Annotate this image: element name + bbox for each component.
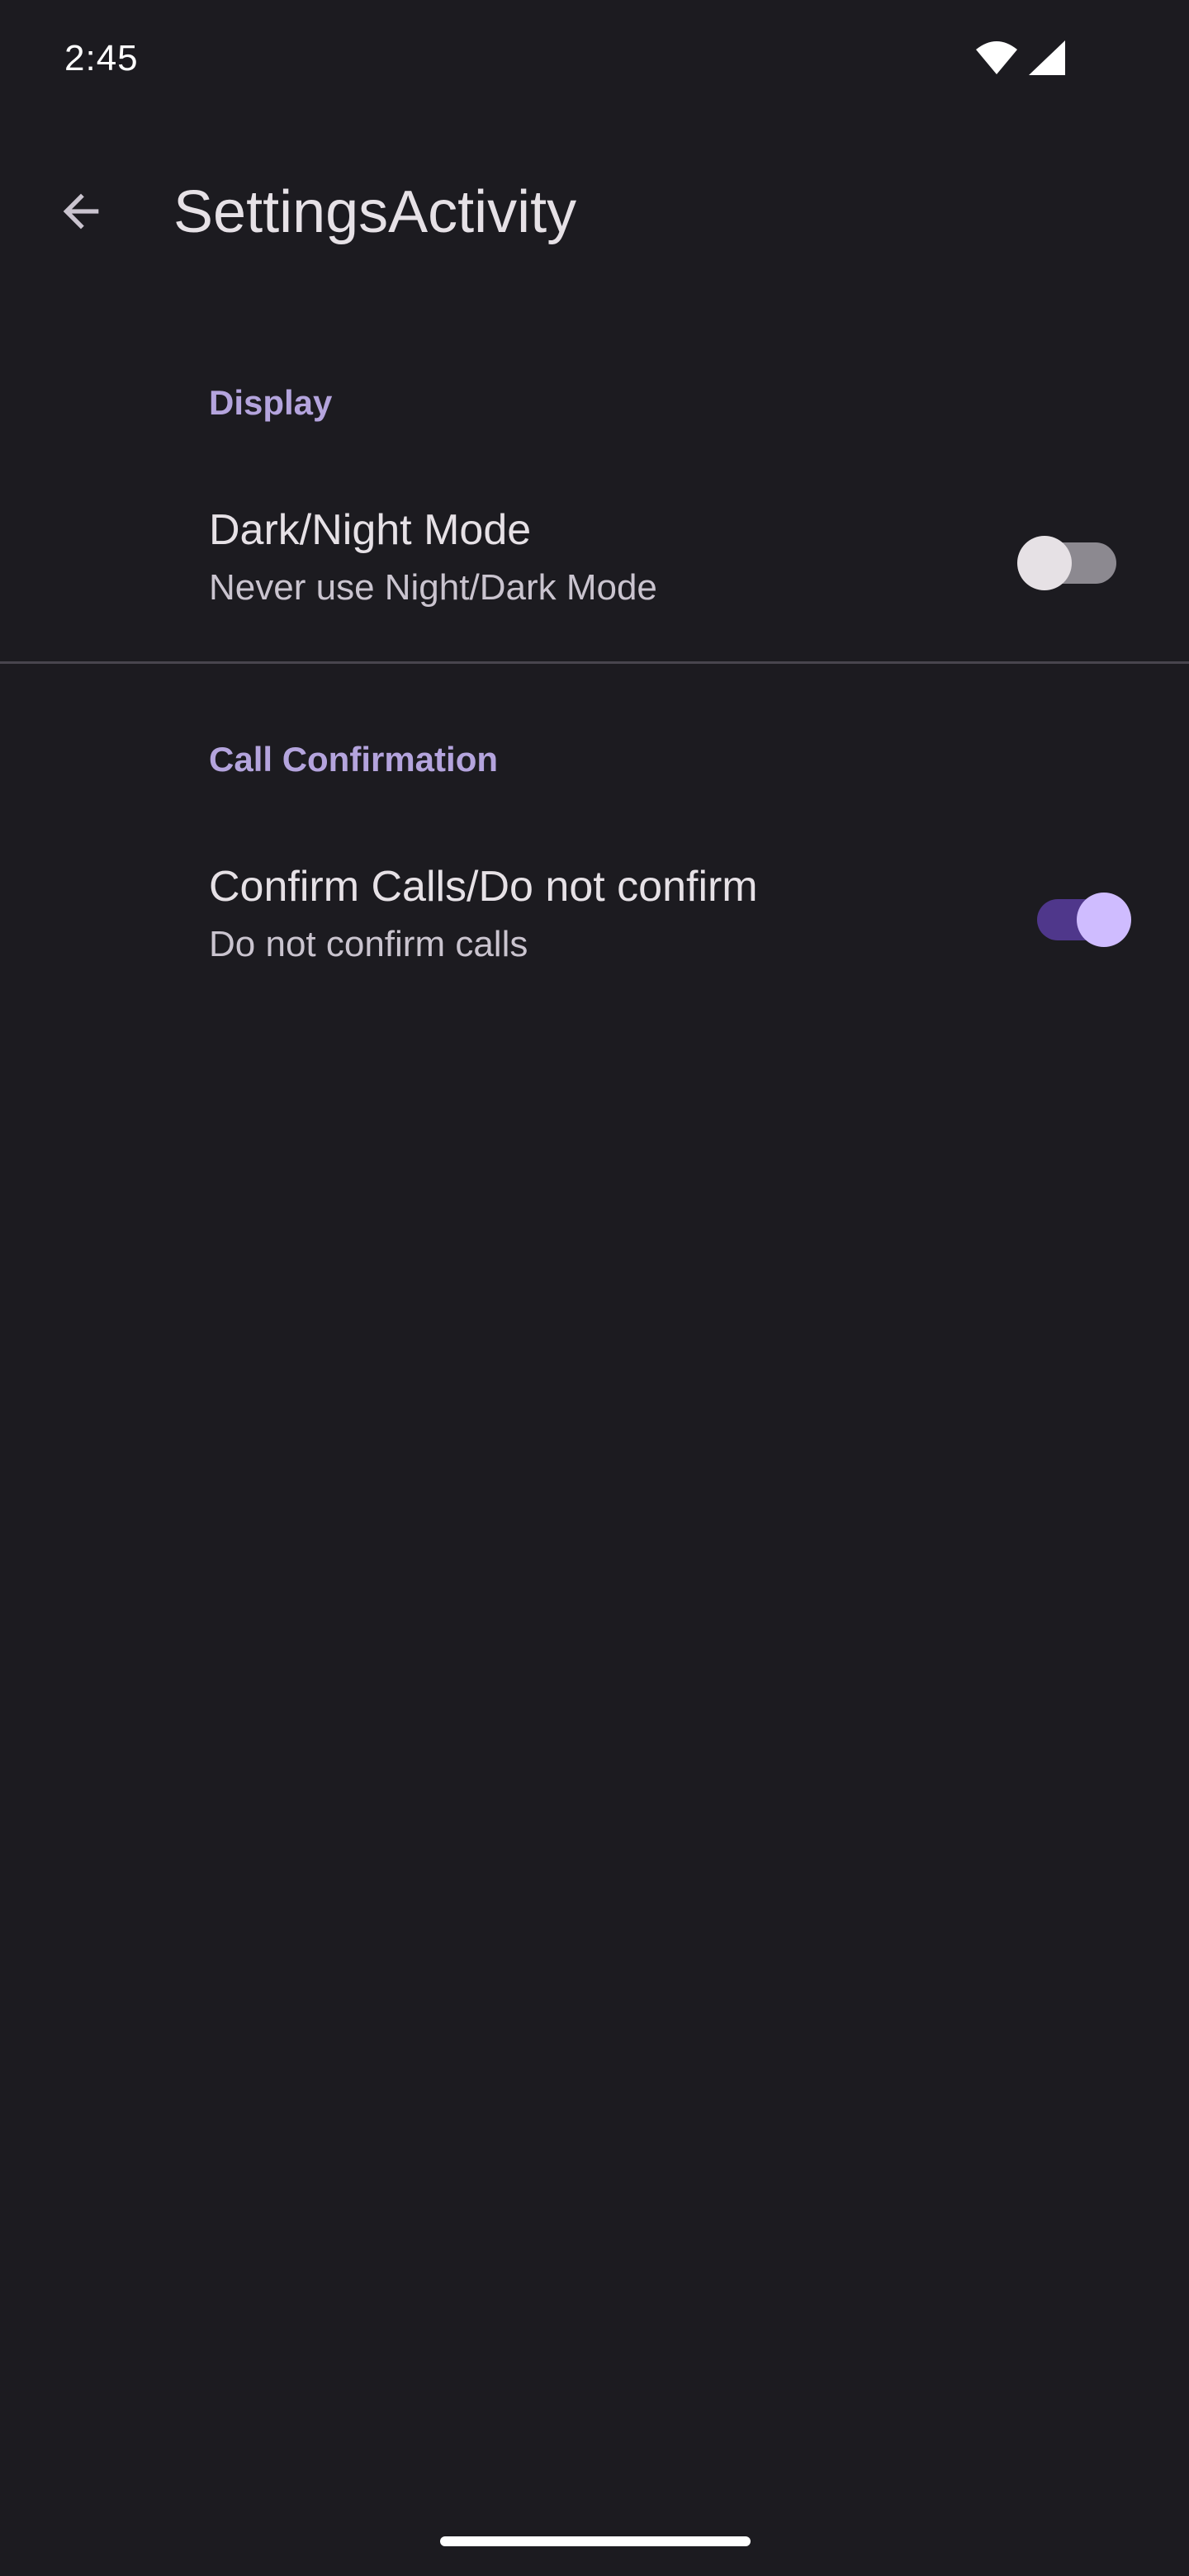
arrow-back-icon	[54, 185, 107, 242]
dark-mode-switch[interactable]	[1017, 524, 1116, 590]
switch-thumb	[1017, 536, 1072, 590]
preference-dark-night-mode[interactable]: Dark/Night Mode Never use Night/Dark Mod…	[0, 475, 1189, 640]
wifi-icon	[976, 40, 1017, 78]
page-title: SettingsActivity	[173, 179, 577, 245]
category-title-call-confirmation: Call Confirmation	[209, 740, 499, 779]
preference-title: Confirm Calls/Do not confirm	[209, 863, 758, 911]
switch-thumb	[1077, 893, 1131, 947]
home-indicator[interactable]	[440, 2536, 751, 2546]
category-title-display: Display	[209, 383, 333, 422]
preference-confirm-calls[interactable]: Confirm Calls/Do not confirm Do not conf…	[0, 831, 1189, 997]
back-button[interactable]	[35, 167, 127, 259]
cell-signal-icon	[1029, 40, 1065, 79]
status-time: 2:45	[64, 38, 139, 78]
section-divider	[0, 661, 1189, 664]
status-bar: 2:45	[0, 0, 1189, 124]
preference-summary: Never use Night/Dark Mode	[209, 567, 657, 608]
preference-summary: Do not confirm calls	[209, 924, 528, 964]
preference-title: Dark/Night Mode	[209, 506, 532, 554]
app-bar: SettingsActivity	[0, 124, 1189, 297]
confirm-calls-switch[interactable]	[1037, 881, 1136, 947]
status-icons	[976, 40, 1065, 79]
